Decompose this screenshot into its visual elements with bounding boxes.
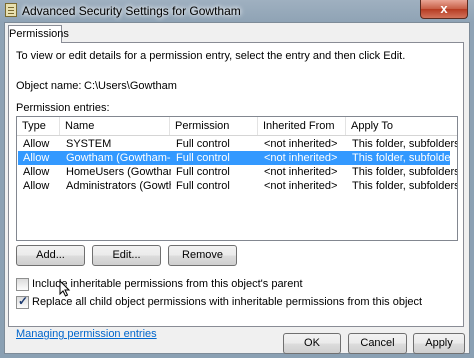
row-inherited-from: <not inherited> xyxy=(264,180,338,192)
column-header-inherited-from[interactable]: Inherited From xyxy=(258,117,346,135)
table-row[interactable]: Allow SYSTEM Full control <not inherited… xyxy=(18,137,457,151)
row-name: Gowtham (Gowtham-PC\... xyxy=(66,152,171,164)
row-permission: Full control xyxy=(176,166,230,178)
document-icon xyxy=(5,3,17,17)
close-button[interactable]: x xyxy=(420,0,468,19)
mouse-cursor-icon xyxy=(59,280,71,297)
column-header-apply-to[interactable]: Apply To xyxy=(346,117,457,135)
row-inherited-from: <not inherited> xyxy=(264,138,338,150)
instructions-text: To view or edit details for a permission… xyxy=(16,50,406,62)
column-header-permission[interactable]: Permission xyxy=(170,117,258,135)
managing-permission-entries-link[interactable]: Managing permission entries xyxy=(16,328,157,340)
table-row[interactable]: Allow Gowtham (Gowtham-PC\... Full contr… xyxy=(18,151,457,165)
apply-button[interactable]: Apply xyxy=(413,333,465,354)
row-name: SYSTEM xyxy=(66,138,112,150)
row-type: Allow xyxy=(23,152,50,164)
row-name: HomeUsers (Gowtham-P... xyxy=(66,166,171,178)
row-type: Allow xyxy=(23,138,50,150)
replace-child-checkbox[interactable]: ✓ xyxy=(16,294,29,309)
title-bar[interactable]: Advanced Security Settings for Gowtham x xyxy=(0,0,474,22)
cancel-button[interactable]: Cancel xyxy=(348,333,407,354)
row-type: Allow xyxy=(23,166,50,178)
row-apply-to: This folder, subfolders a... xyxy=(352,180,458,192)
add-button[interactable]: Add... xyxy=(16,245,85,266)
checkbox-check-icon: ✓ xyxy=(18,294,29,308)
row-permission: Full control xyxy=(176,152,230,164)
list-header: Type Name Permission Inherited From Appl… xyxy=(17,117,457,136)
object-name-value: C:\Users\Gowtham xyxy=(84,80,177,92)
close-icon: x xyxy=(440,1,448,16)
edit-button[interactable]: Edit... xyxy=(92,245,161,266)
ok-button[interactable]: OK xyxy=(283,333,341,354)
permission-entries-label: Permission entries: xyxy=(16,102,110,114)
row-inherited-from: <not inherited> xyxy=(264,166,338,178)
window-title: Advanced Security Settings for Gowtham xyxy=(22,4,241,18)
permission-entries-list[interactable]: Type Name Permission Inherited From Appl… xyxy=(16,116,458,241)
remove-button[interactable]: Remove xyxy=(168,245,237,266)
column-header-type[interactable]: Type xyxy=(17,117,60,135)
table-row[interactable]: Allow HomeUsers (Gowtham-P... Full contr… xyxy=(18,165,457,179)
dialog-window: Advanced Security Settings for Gowtham x… xyxy=(0,0,474,358)
object-name-label: Object name: xyxy=(16,80,82,92)
row-type: Allow xyxy=(23,180,50,192)
permissions-panel: To view or edit details for a permission… xyxy=(8,42,464,340)
row-permission: Full control xyxy=(176,138,230,150)
replace-child-label[interactable]: Replace all child object permissions wit… xyxy=(32,296,422,308)
row-apply-to: This folder, subfolders a... xyxy=(352,166,458,178)
column-header-name[interactable]: Name xyxy=(60,117,170,135)
table-row[interactable]: Allow Administrators (Gowtha... Full con… xyxy=(18,179,457,193)
row-apply-to: This folder, subfolders a... xyxy=(352,152,458,164)
row-apply-to: This folder, subfolders a... xyxy=(352,138,458,150)
dialog-client: Permissions To view or edit details for … xyxy=(4,22,470,354)
tab-permissions[interactable]: Permissions xyxy=(8,25,69,43)
include-inheritable-checkbox[interactable] xyxy=(16,278,29,291)
include-inheritable-label[interactable]: Include inheritable permissions from thi… xyxy=(32,278,303,290)
row-name: Administrators (Gowtha... xyxy=(66,180,171,192)
row-permission: Full control xyxy=(176,180,230,192)
row-inherited-from: <not inherited> xyxy=(264,152,338,164)
